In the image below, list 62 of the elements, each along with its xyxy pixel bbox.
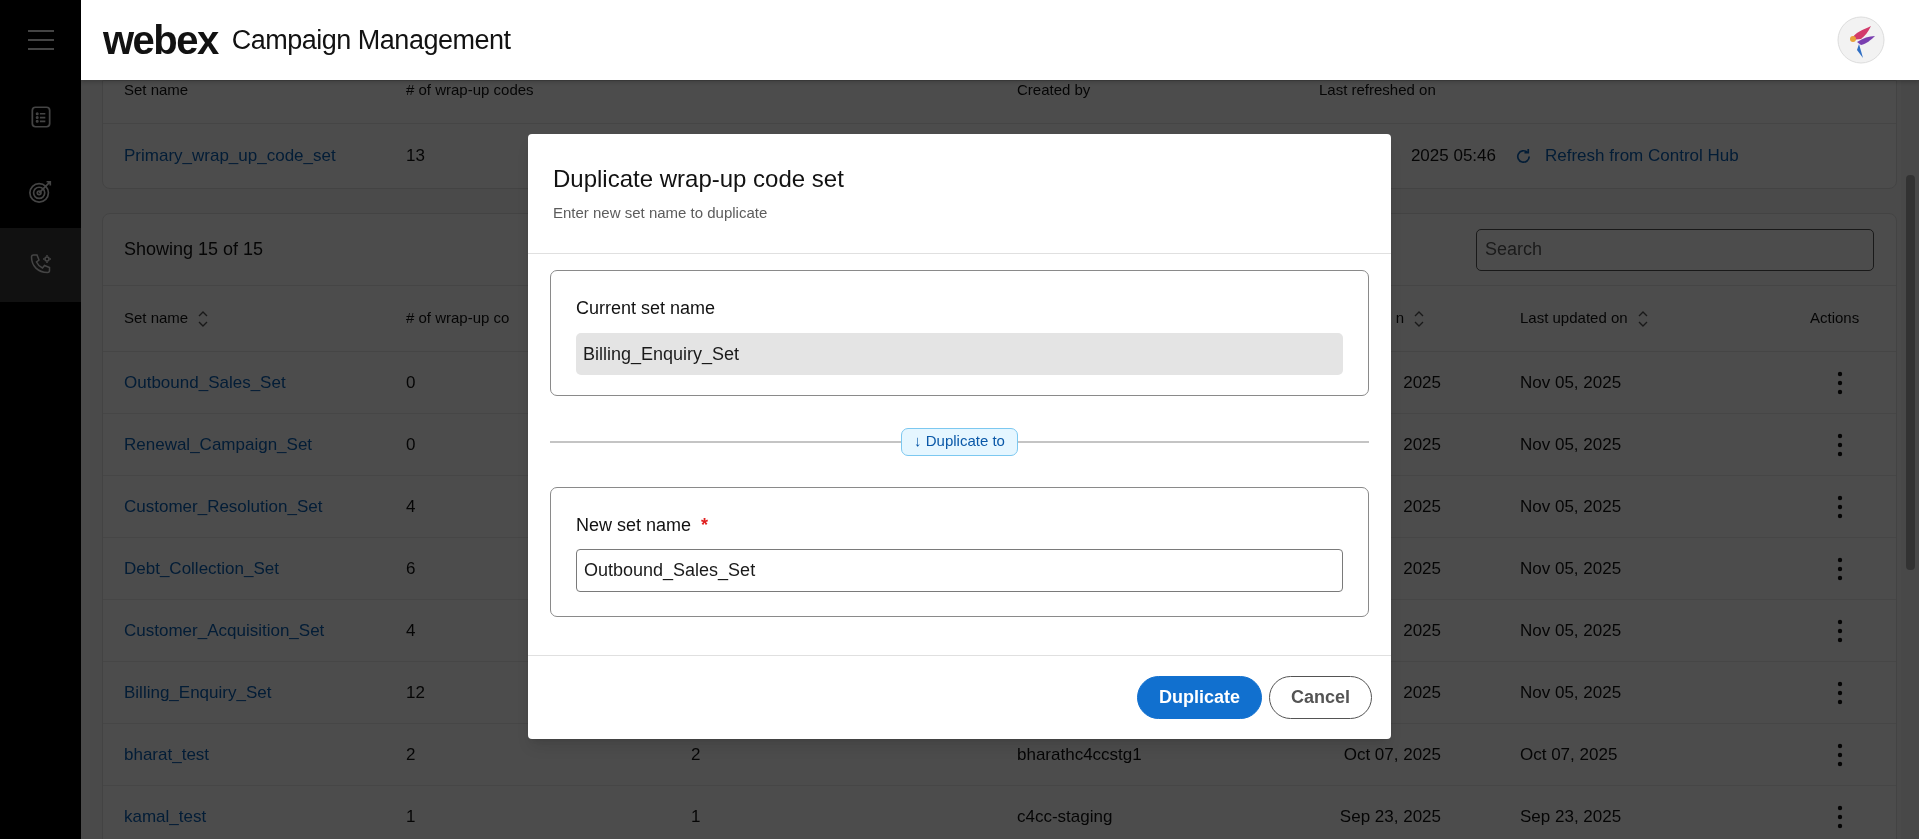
table-cell: Nov 05, 2025 [1520, 682, 1622, 702]
table-cell: 4 [406, 496, 416, 516]
table-cell: 6 [406, 558, 416, 578]
brand-logo: webex [103, 20, 218, 60]
column-header: Actions [1810, 308, 1861, 329]
table-cell: 2025 [1403, 620, 1441, 640]
table-cell: 12 [406, 682, 425, 702]
current-name-field[interactable]: Billing_Enquiry_Set [576, 333, 1343, 375]
field-label: New set name [576, 514, 692, 537]
table-cell: 2025 [1403, 558, 1441, 578]
cancel-button[interactable]: Cancel [1268, 676, 1372, 719]
table-cell: 0 [406, 434, 416, 454]
set-name-link[interactable]: Customer_Acquisition_Set [124, 620, 325, 640]
avatar-icon[interactable] [1837, 16, 1885, 64]
column-header: Last refreshed on [1319, 81, 1436, 99]
set-name-link[interactable]: kamal_test [124, 806, 207, 826]
set-name-link[interactable]: Debt_Collection_Set [124, 558, 279, 578]
table-cell: 13 [406, 146, 425, 166]
table-cell: 2025 [1403, 496, 1441, 516]
new-name-field[interactable]: Outbound_Sales_Set [576, 549, 1343, 592]
table-cell: 2025 [1403, 682, 1441, 702]
table-cell: Nov 05, 2025 [1520, 434, 1622, 454]
table-cell: Sep 23, 2025 [1339, 806, 1441, 826]
table-cell: 1 [691, 806, 701, 826]
divider-badge: ↓ Duplicate to [901, 427, 1018, 456]
table-cell: bharathc4ccstg1 [1017, 744, 1142, 764]
set-name-link[interactable]: Billing_Enquiry_Set [124, 682, 272, 702]
field-label: Current set name [576, 297, 717, 320]
table-cell: 2025 [1403, 372, 1441, 392]
set-name-link[interactable]: Primary_wrap_up_code_set [124, 146, 336, 166]
table-cell: 2025 [1403, 434, 1441, 454]
app-title: Campaign Management [231, 26, 511, 54]
table-cell: Nov 05, 2025 [1520, 496, 1622, 516]
table-cell: 1 [406, 806, 416, 826]
table-cell: c4cc-staging [1017, 806, 1113, 826]
column-header: Last updated on [1520, 308, 1628, 329]
set-name-link[interactable]: Customer_Resolution_Set [124, 496, 323, 516]
table-cell: 2025 05:46 [1410, 146, 1496, 166]
result-count: Showing 15 of 15 [124, 238, 264, 261]
table-cell: Oct 07, 2025 [1343, 744, 1441, 764]
dialog-title: Duplicate wrap-up code set [553, 164, 845, 194]
table-cell: Nov 05, 2025 [1520, 372, 1622, 392]
column-header: n [1395, 309, 1404, 327]
table-cell: 0 [406, 372, 416, 392]
column-header: # of wrap-up codes [406, 81, 534, 99]
required-marker: * [701, 514, 709, 537]
column-header: Set name [124, 308, 189, 329]
table-cell: Nov 05, 2025 [1520, 558, 1622, 578]
duplicate-button[interactable]: Duplicate [1136, 676, 1262, 719]
table-cell: Nov 05, 2025 [1520, 620, 1622, 640]
table-cell: 2 [406, 744, 416, 764]
column-header: # of wrap-up co [406, 308, 510, 329]
dialog-subtitle: Enter new set name to duplicate [553, 203, 769, 223]
column-header: Created by [1017, 81, 1091, 99]
table-cell: Oct 07, 2025 [1520, 744, 1618, 764]
table-cell: 2 [691, 744, 701, 764]
column-header: Set name [124, 81, 189, 99]
set-name-link[interactable]: bharat_test [124, 744, 210, 764]
set-name-link[interactable]: Outbound_Sales_Set [124, 372, 286, 392]
table-cell: Sep 23, 2025 [1520, 806, 1622, 826]
set-name-link[interactable]: Renewal_Campaign_Set [124, 434, 313, 454]
table-cell: 4 [406, 620, 416, 640]
